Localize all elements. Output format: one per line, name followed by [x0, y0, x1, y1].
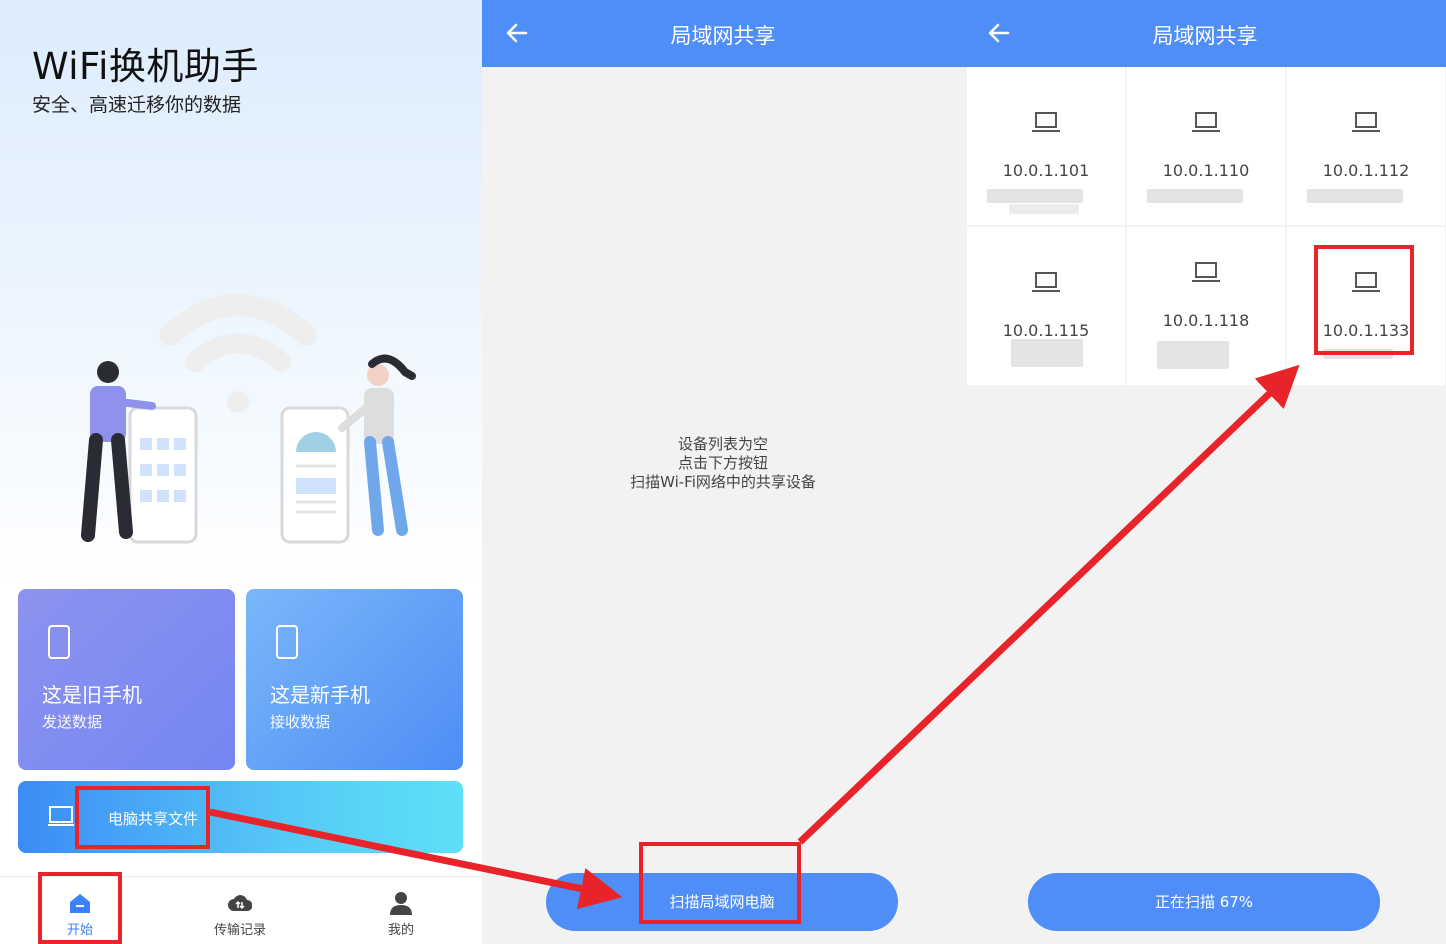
nav-label: 传输记录	[213, 923, 266, 938]
cloud-transfer-icon	[228, 895, 252, 911]
computer-icon	[1032, 112, 1060, 132]
blurred-device-name	[1147, 189, 1243, 203]
nav-label: 我的	[387, 923, 414, 938]
header-bar: 局域网共享	[964, 0, 1446, 67]
device-cell[interactable]: 10.0.1.112	[1287, 67, 1445, 225]
home-screen: WiFi换机助手 安全、高速迁移你的数据 这是旧手机 发送数据 这是新手机 接收…	[0, 0, 482, 944]
old-phone-subtitle: 发送数据	[42, 713, 103, 731]
blurred-device-name	[1307, 189, 1403, 203]
app-title: WiFi换机助手	[32, 45, 259, 88]
header-title: 局域网共享	[1152, 24, 1258, 48]
header-bar: 局域网共享	[482, 0, 964, 67]
new-phone-title: 这是新手机	[270, 683, 370, 707]
phone-icon	[276, 625, 298, 659]
person-icon	[390, 892, 412, 915]
annotation-box-start-tab	[38, 872, 122, 944]
device-cell[interactable]: 10.0.1.110	[1127, 67, 1285, 225]
phone-icon	[48, 625, 70, 659]
computer-icon	[1192, 262, 1220, 282]
blurred-device-name	[1009, 204, 1079, 214]
computer-icon	[1352, 112, 1380, 132]
app-subtitle: 安全、高速迁移你的数据	[32, 94, 242, 116]
old-phone-title: 这是旧手机	[42, 683, 142, 707]
empty-line: 设备列表为空	[677, 435, 768, 453]
scan-progress-button[interactable]: 正在扫描 67%	[1028, 873, 1380, 931]
new-phone-card[interactable]: 这是新手机 接收数据	[246, 589, 463, 770]
nav-item-me[interactable]: 我的	[341, 877, 461, 944]
nav-item-transfer-history[interactable]: 传输记录	[180, 877, 300, 944]
device-cell[interactable]: 10.0.1.118	[1127, 227, 1285, 385]
computer-icon	[1192, 112, 1220, 132]
device-ip: 10.0.1.115	[1002, 321, 1090, 340]
blurred-device-name	[987, 189, 1083, 203]
screenshot-root: WiFi换机助手 安全、高速迁移你的数据 这是旧手机 发送数据 这是新手机 接收…	[0, 0, 1446, 944]
wifi-transfer-illustration	[81, 294, 416, 544]
blurred-device-name	[1157, 341, 1229, 369]
computer-icon	[1032, 272, 1060, 292]
device-ip: 10.0.1.101	[1002, 161, 1090, 180]
lan-share-scanning-screen: 局域网共享 10.0.1.101 10.0.1.110 10.0.1.112 1…	[964, 0, 1446, 944]
device-cell[interactable]: 10.0.1.115	[967, 227, 1125, 385]
blurred-device-name	[1011, 339, 1083, 367]
computer-icon	[48, 806, 74, 826]
header-title: 局域网共享	[670, 24, 776, 48]
empty-line: 点击下方按钮	[677, 454, 768, 472]
annotation-box-scan-button	[639, 842, 801, 924]
device-cell[interactable]: 10.0.1.101	[967, 67, 1125, 225]
device-ip: 10.0.1.118	[1162, 311, 1250, 330]
annotation-box-pc-share	[75, 786, 210, 849]
old-phone-card[interactable]: 这是旧手机 发送数据	[18, 589, 235, 770]
device-ip: 10.0.1.112	[1322, 161, 1410, 180]
empty-device-message: 设备列表为空 点击下方按钮 扫描Wi-Fi网络中的共享设备	[482, 435, 964, 492]
new-phone-subtitle: 接收数据	[270, 713, 331, 731]
lan-share-empty-screen: 局域网共享 设备列表为空 点击下方按钮 扫描Wi-Fi网络中的共享设备 扫描局域…	[482, 0, 964, 944]
annotation-box-device-133	[1314, 245, 1414, 355]
empty-line: 扫描Wi-Fi网络中的共享设备	[630, 473, 816, 491]
device-ip: 10.0.1.110	[1162, 161, 1250, 180]
